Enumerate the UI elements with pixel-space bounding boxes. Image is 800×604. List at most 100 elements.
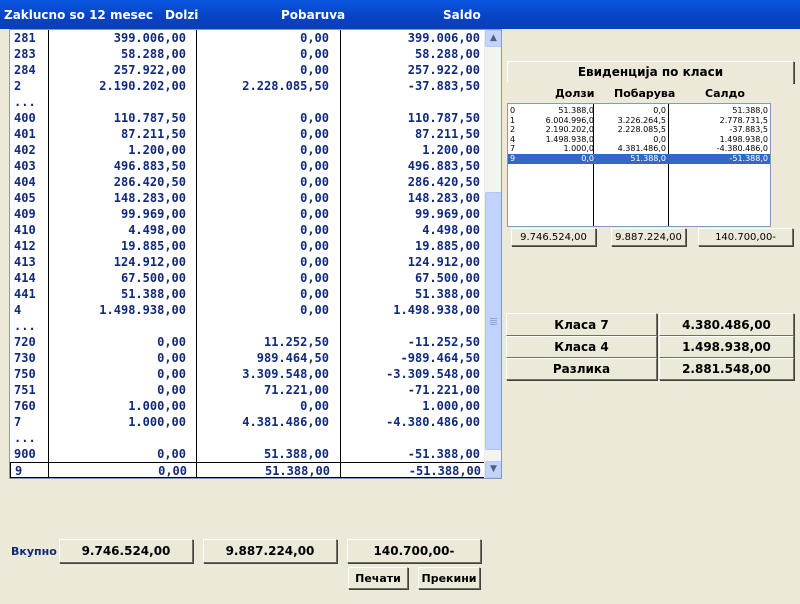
class-row[interactable]: 7 1.000,0 4.381.486,0 -4.380.486,0: [508, 144, 770, 154]
header-bar: Zaklucno so 12 mesec Dolzi Pobaruva Sald…: [0, 0, 800, 29]
pobaruva-cell: 11.252,50: [263, 335, 329, 349]
account-cell: 401: [14, 127, 36, 141]
class-table[interactable]: 0 51.388,0 0,0 51.388,0 1 6.004.996,0 3.226.26…: [507, 103, 771, 227]
scroll-thumb[interactable]: [485, 192, 501, 450]
column-header-dolzi: Dolzi: [165, 8, 199, 22]
dolzi-cell: 1.200,00: [128, 143, 186, 157]
ledger-row[interactable]: 283 58.288,00 0,00 58.288,00: [10, 46, 485, 62]
ledger-row[interactable]: 414 67.500,00 0,00 67.500,00: [10, 270, 485, 286]
class-header-dolzi: Долзи: [555, 87, 595, 100]
pobaruva-cell: 4.381.486,00: [242, 415, 329, 429]
dolzi-cell: 110.787,50: [113, 111, 186, 125]
ledger-row[interactable]: 409 99.969,00 0,00 99.969,00: [10, 206, 485, 222]
saldo-cell: -37.883,50: [407, 79, 480, 93]
saldo-cell: 148.283,00: [407, 191, 480, 205]
saldo-cell: -4.380.486,00: [386, 415, 480, 429]
account-cell: 7: [14, 415, 22, 429]
class-total-pobaruva[interactable]: 9.887.224,00: [611, 228, 686, 246]
dolzi-cell: 1.498.938,00: [99, 303, 186, 317]
ledger-grid[interactable]: 281 399.006,00 0,00 399.006,00 283 58.288,00 0…: [9, 29, 502, 479]
pobaruva-cell: 0,00: [300, 111, 329, 125]
account-cell: 283: [14, 47, 36, 61]
class-saldo-cell: -51.388,0: [729, 153, 768, 163]
ledger-scrollbar[interactable]: ▲ ▼: [484, 30, 501, 478]
dolzi-cell: 67.500,00: [120, 271, 186, 285]
account-cell: ...: [14, 319, 36, 333]
dolzi-cell: 286.420,50: [113, 175, 186, 189]
saldo-cell: 67.500,00: [414, 271, 480, 285]
saldo-cell: 286.420,50: [407, 175, 480, 189]
class-saldo-cell: 2.778.731,5: [719, 115, 768, 125]
column-header-pobaruva: Pobaruva: [281, 8, 346, 22]
ledger-row[interactable]: 2 2.190.202,00 2.228.085,50 -37.883,50: [10, 78, 485, 94]
pobaruva-cell: 51.388,00: [263, 447, 329, 461]
account-cell: 2: [14, 79, 22, 93]
ledger-row[interactable]: 413 124.912,00 0,00 124.912,00: [10, 254, 485, 270]
pobaruva-cell: 0,00: [300, 63, 329, 77]
ledger-row[interactable]: 284 257.922,00 0,00 257.922,00: [10, 62, 485, 78]
dolzi-cell: 19.885,00: [120, 239, 186, 253]
ledger-row[interactable]: 404 286.420,50 0,00 286.420,50: [10, 174, 485, 190]
dolzi-cell: 0,00: [157, 351, 186, 365]
pobaruva-cell: 3.309.548,00: [242, 367, 329, 381]
ledger-row[interactable]: 281 399.006,00 0,00 399.006,00: [10, 30, 485, 46]
ledger-row[interactable]: 403 496.883,50 0,00 496.883,50: [10, 158, 485, 174]
print-button[interactable]: Печати: [348, 567, 408, 589]
ledger-row[interactable]: 412 19.885,00 0,00 19.885,00: [10, 238, 485, 254]
ledger-row[interactable]: 401 87.211,50 0,00 87.211,50: [10, 126, 485, 142]
pobaruva-cell: 0,00: [300, 399, 329, 413]
ledger-row[interactable]: ...: [10, 430, 485, 446]
ledger-row[interactable]: 751 0,00 71.221,00 -71.221,00: [10, 382, 485, 398]
grip-line: [490, 322, 497, 323]
class-header-saldo: Салдо: [705, 87, 745, 100]
class-row[interactable]: 1 6.004.996,0 3.226.264,5 2.778.731,5: [508, 116, 770, 126]
class-dolzi-cell: 1.000,0: [563, 144, 594, 153]
ledger-row[interactable]: 402 1.200,00 0,00 1.200,00: [10, 142, 485, 158]
scroll-up-button[interactable]: ▲: [485, 30, 501, 47]
pobaruva-cell: 0,00: [300, 175, 329, 189]
class-total-dolzi[interactable]: 9.746.524,00: [511, 228, 596, 246]
pobaruva-cell: 51.388,00: [264, 464, 330, 478]
cancel-button[interactable]: Прекини: [418, 567, 480, 589]
dolzi-cell: 399.006,00: [113, 31, 186, 45]
dolzi-cell: 148.283,00: [113, 191, 186, 205]
ledger-row[interactable]: ...: [10, 94, 485, 110]
dolzi-cell: 99.969,00: [120, 207, 186, 221]
saldo-cell: 399.006,00: [407, 31, 480, 45]
scroll-down-button[interactable]: ▼: [485, 461, 501, 478]
ledger-row[interactable]: 730 0,00 989.464,50 -989.464,50: [10, 350, 485, 366]
ledger-row[interactable]: ...: [10, 318, 485, 334]
pobaruva-cell: 0,00: [300, 159, 329, 173]
class-row[interactable]: 2 2.190.202,0 2.228.085,5 -37.883,5: [508, 125, 770, 135]
class-saldo-cell: 1.498.938,0: [719, 134, 768, 144]
ledger-row[interactable]: 410 4.498,00 0,00 4.498,00: [10, 222, 485, 238]
saldo-cell: 257.922,00: [407, 63, 480, 77]
ledger-row[interactable]: 7 1.000,00 4.381.486,00 -4.380.486,00: [10, 414, 485, 430]
ledger-row[interactable]: 760 1.000,00 0,00 1.000,00: [10, 398, 485, 414]
ledger-row[interactable]: 405 148.283,00 0,00 148.283,00: [10, 190, 485, 206]
class-total-saldo[interactable]: 140.700,00-: [698, 228, 793, 246]
class-row[interactable]: 9 0,0 51.388,0 -51.388,0: [508, 153, 770, 164]
ledger-row[interactable]: 4 1.498.938,00 0,00 1.498.938,00: [10, 302, 485, 318]
saldo-cell: -51.388,00: [407, 447, 480, 461]
account-cell: 400: [14, 111, 36, 125]
ledger-row[interactable]: 400 110.787,50 0,00 110.787,50: [10, 110, 485, 126]
pobaruva-cell: 0,00: [300, 255, 329, 269]
ledger-row[interactable]: 9 0,00 51.388,00 -51.388,00: [10, 462, 485, 478]
class-pobaruva-cell: 4.381.486,0: [617, 144, 666, 153]
razlika-label: Разлика: [506, 358, 657, 380]
ledger-row[interactable]: 750 0,00 3.309.548,00 -3.309.548,00: [10, 366, 485, 382]
class-row[interactable]: 4 1.498.938,0 0,0 1.498.938,0: [508, 135, 770, 145]
total-label: Вкупно: [11, 545, 57, 558]
chevron-up-icon: ▲: [490, 33, 497, 43]
ledger-row[interactable]: 900 0,00 51.388,00 -51.388,00: [10, 446, 485, 462]
class-saldo-cell: 51.388,0: [732, 106, 768, 115]
account-cell: ...: [14, 431, 36, 445]
dolzi-cell: 1.000,00: [128, 399, 186, 413]
ledger-row[interactable]: 720 0,00 11.252,50 -11.252,50: [10, 334, 485, 350]
saldo-cell: 99.969,00: [414, 207, 480, 221]
dolzi-cell: 0,00: [157, 383, 186, 397]
ledger-row[interactable]: 441 51.388,00 0,00 51.388,00: [10, 286, 485, 302]
account-cell: 404: [14, 175, 36, 189]
class-row[interactable]: 0 51.388,0 0,0 51.388,0: [508, 106, 770, 116]
